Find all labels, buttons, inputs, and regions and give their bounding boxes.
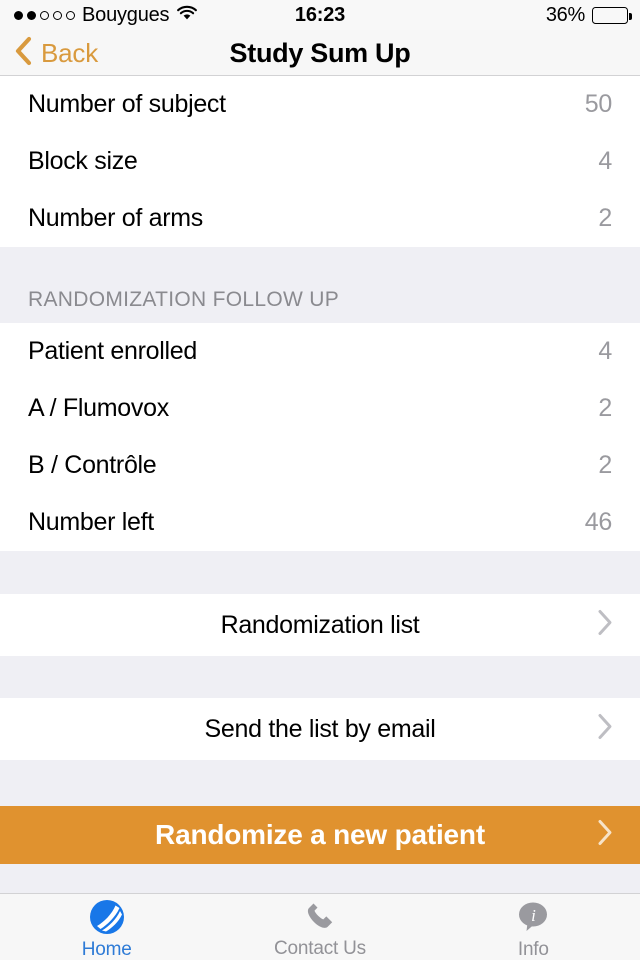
tab-contact-us-label: Contact Us [274,938,366,959]
status-bar-clock: 16:23 [294,3,346,26]
tab-info-label: Info [517,938,549,960]
randomize-new-patient-label: Randomize a new patient [155,819,485,850]
tab-bar: Home Contact Us i Info [0,893,640,960]
svg-text:i: i [531,906,536,925]
row-label: B / Contrôle [28,451,157,479]
row-label: Patient enrolled [28,337,197,365]
tab-home-label: Home [81,938,132,960]
page-title: Study Sum Up [229,37,411,68]
status-bar-right: 36% [545,3,632,27]
randomize-new-patient-button[interactable]: Randomize a new patient [0,806,640,864]
randomization-list-button[interactable]: Randomization list [0,594,640,656]
section-header-randomization-follow-up: RANDOMIZATION FOLLOW UP [0,247,640,323]
tab-home[interactable]: Home [0,894,213,960]
follow-up-group: Patient enrolled 4 A / Flumovox 2 B / Co… [0,323,640,551]
row-value: 2 [598,204,612,232]
table-row[interactable]: Patient enrolled 4 [0,323,640,380]
tab-info[interactable]: i Info [427,894,640,960]
row-label: A / Flumovox [28,394,169,422]
randomization-list-label: Randomization list [220,610,420,639]
table-row[interactable]: Number of arms 2 [0,190,640,247]
table-row[interactable]: B / Contrôle 2 [0,437,640,494]
app-screen: Bouygues 16:23 36% Back Study Sum Up Num… [0,0,640,960]
tab-contact-us[interactable]: Contact Us [213,894,426,960]
row-label: Number of subject [28,90,226,118]
battery-icon [592,6,632,24]
phone-icon [302,898,338,935]
row-value: 46 [584,508,613,536]
row-value: 4 [598,337,612,365]
section-gap [0,760,640,806]
scroll-content[interactable]: Number of subject 50 Block size 4 Number… [0,76,640,924]
row-value: 50 [584,90,613,118]
row-label: Number of arms [28,204,204,232]
chevron-right-icon [596,608,614,643]
chevron-right-icon [596,712,614,747]
battery-percentage: 36% [545,3,585,26]
navigation-bar: Back Study Sum Up [0,30,640,76]
row-label: Number left [28,508,154,536]
table-row[interactable]: Block size 4 [0,133,640,190]
globe-swoosh-icon [88,898,126,936]
row-label: Block size [28,147,138,175]
status-bar: Bouygues 16:23 36% [0,0,640,30]
send-list-by-email-button[interactable]: Send the list by email [0,698,640,760]
table-row[interactable]: Number left 46 [0,494,640,551]
info-bubble-icon: i [514,898,552,936]
section-gap [0,656,640,698]
table-row[interactable]: A / Flumovox 2 [0,380,640,437]
row-value: 2 [598,394,612,422]
study-info-group: Number of subject 50 Block size 4 Number… [0,76,640,247]
row-value: 4 [598,147,612,175]
section-gap [0,551,640,594]
send-list-by-email-label: Send the list by email [204,714,436,743]
chevron-right-icon [596,818,614,853]
table-row[interactable]: Number of subject 50 [0,76,640,133]
row-value: 2 [598,451,612,479]
